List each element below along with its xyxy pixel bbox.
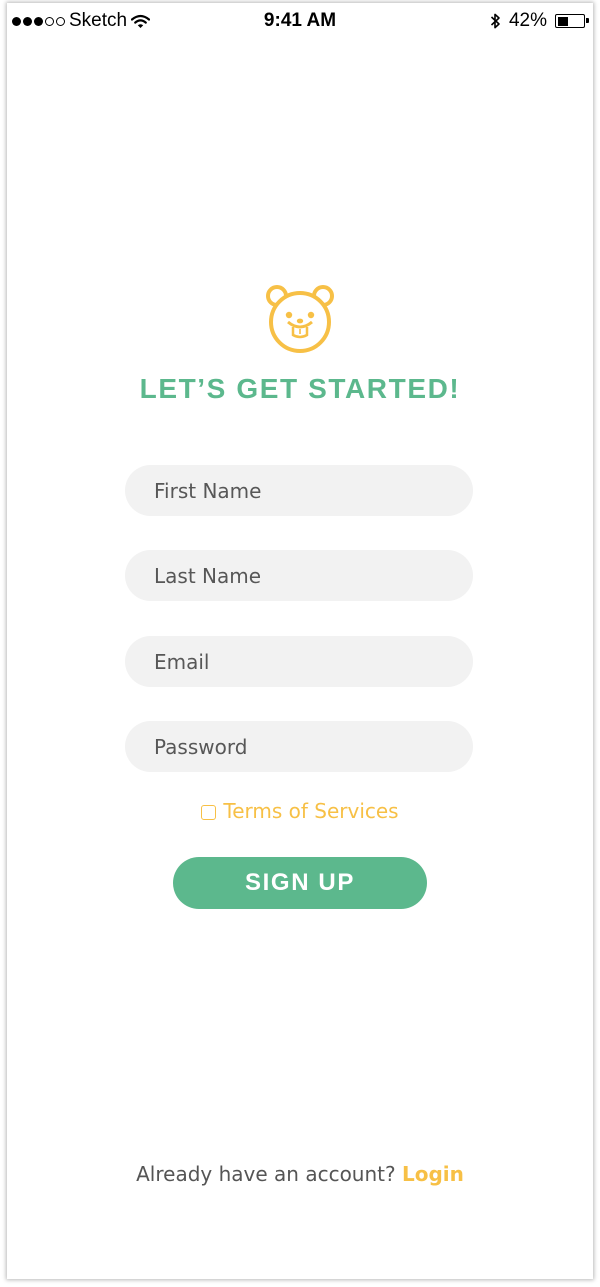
bear-face-icon — [266, 285, 334, 353]
first-name-input[interactable] — [125, 465, 473, 516]
terms-link[interactable]: Terms of Services — [223, 799, 398, 823]
phone-screen: Sketch 9:41 AM 42% LET’S GET STARTED! Fi… — [7, 3, 593, 1279]
bluetooth-icon — [490, 13, 500, 29]
password-field-container — [125, 721, 473, 772]
battery-icon — [555, 14, 589, 28]
last-name-field-container — [125, 550, 473, 601]
login-prompt-text: Already have an account? — [136, 1162, 402, 1186]
sign-up-button[interactable]: SIGN UP — [173, 857, 427, 909]
password-input[interactable] — [125, 721, 473, 772]
terms-checkbox[interactable] — [201, 804, 217, 820]
email-input[interactable] — [125, 636, 473, 687]
email-field-container — [125, 636, 473, 687]
status-bar: Sketch 9:41 AM 42% — [7, 3, 593, 39]
battery-level — [557, 16, 568, 26]
last-name-input[interactable] — [125, 550, 473, 601]
status-bar-right: 42% — [490, 10, 589, 32]
login-link[interactable]: Login — [402, 1162, 464, 1186]
terms-row: Terms of Services — [7, 799, 593, 823]
login-prompt: Already have an account? Login — [7, 1162, 593, 1186]
first-name-field-container — [125, 465, 473, 516]
battery-percentage: 42% — [508, 10, 547, 31]
page-title: LET’S GET STARTED! — [139, 373, 461, 404]
